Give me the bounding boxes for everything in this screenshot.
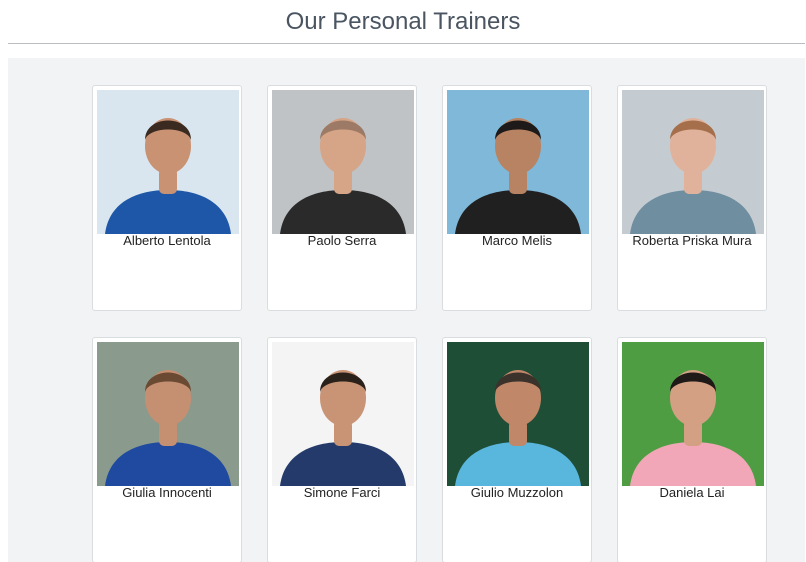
trainer-name: Giulio Muzzolon: [470, 485, 564, 500]
trainer-card[interactable]: Marco Melis: [442, 85, 592, 311]
trainer-name: Roberta Priska Mura: [632, 233, 752, 248]
trainer-card[interactable]: Alberto Lentola: [92, 85, 242, 311]
trainer-photo-placeholder-icon: [272, 342, 414, 486]
trainer-card[interactable]: Roberta Priska Mura: [617, 85, 767, 311]
trainer-name: Simone Farci: [303, 485, 381, 500]
trainer-photo-placeholder-icon: [447, 90, 589, 234]
trainer-name: Marco Melis: [481, 233, 553, 248]
trainer-name: Alberto Lentola: [123, 233, 211, 248]
trainer-card[interactable]: Simone Farci: [267, 337, 417, 562]
trainer-photo[interactable]: [97, 342, 239, 486]
trainer-name: Paolo Serra: [307, 233, 377, 248]
trainer-photo[interactable]: [622, 342, 764, 486]
trainer-photo-placeholder-icon: [97, 90, 239, 234]
trainer-photo[interactable]: [447, 342, 589, 486]
trainer-card[interactable]: Giulia Innocenti: [92, 337, 242, 562]
trainer-photo-placeholder-icon: [622, 342, 764, 486]
trainers-page: Our Personal Trainers Alberto Lentola Pa…: [0, 0, 806, 562]
trainer-card[interactable]: Paolo Serra: [267, 85, 417, 311]
trainer-photo[interactable]: [272, 90, 414, 234]
trainer-photo[interactable]: [97, 90, 239, 234]
trainer-photo-placeholder-icon: [622, 90, 764, 234]
trainers-panel: Alberto Lentola Paolo Serra Marco Melis …: [8, 58, 805, 562]
trainer-photo-placeholder-icon: [447, 342, 589, 486]
trainer-photo-placeholder-icon: [97, 342, 239, 486]
trainer-name: Giulia Innocenti: [122, 485, 212, 500]
title-divider: [8, 43, 805, 44]
trainer-card[interactable]: Daniela Lai: [617, 337, 767, 562]
trainer-photo[interactable]: [447, 90, 589, 234]
trainer-photo[interactable]: [622, 90, 764, 234]
trainer-card[interactable]: Giulio Muzzolon: [442, 337, 592, 562]
trainer-name: Daniela Lai: [659, 485, 725, 500]
trainer-photo-placeholder-icon: [272, 90, 414, 234]
page-title: Our Personal Trainers: [285, 8, 521, 35]
trainer-photo[interactable]: [272, 342, 414, 486]
